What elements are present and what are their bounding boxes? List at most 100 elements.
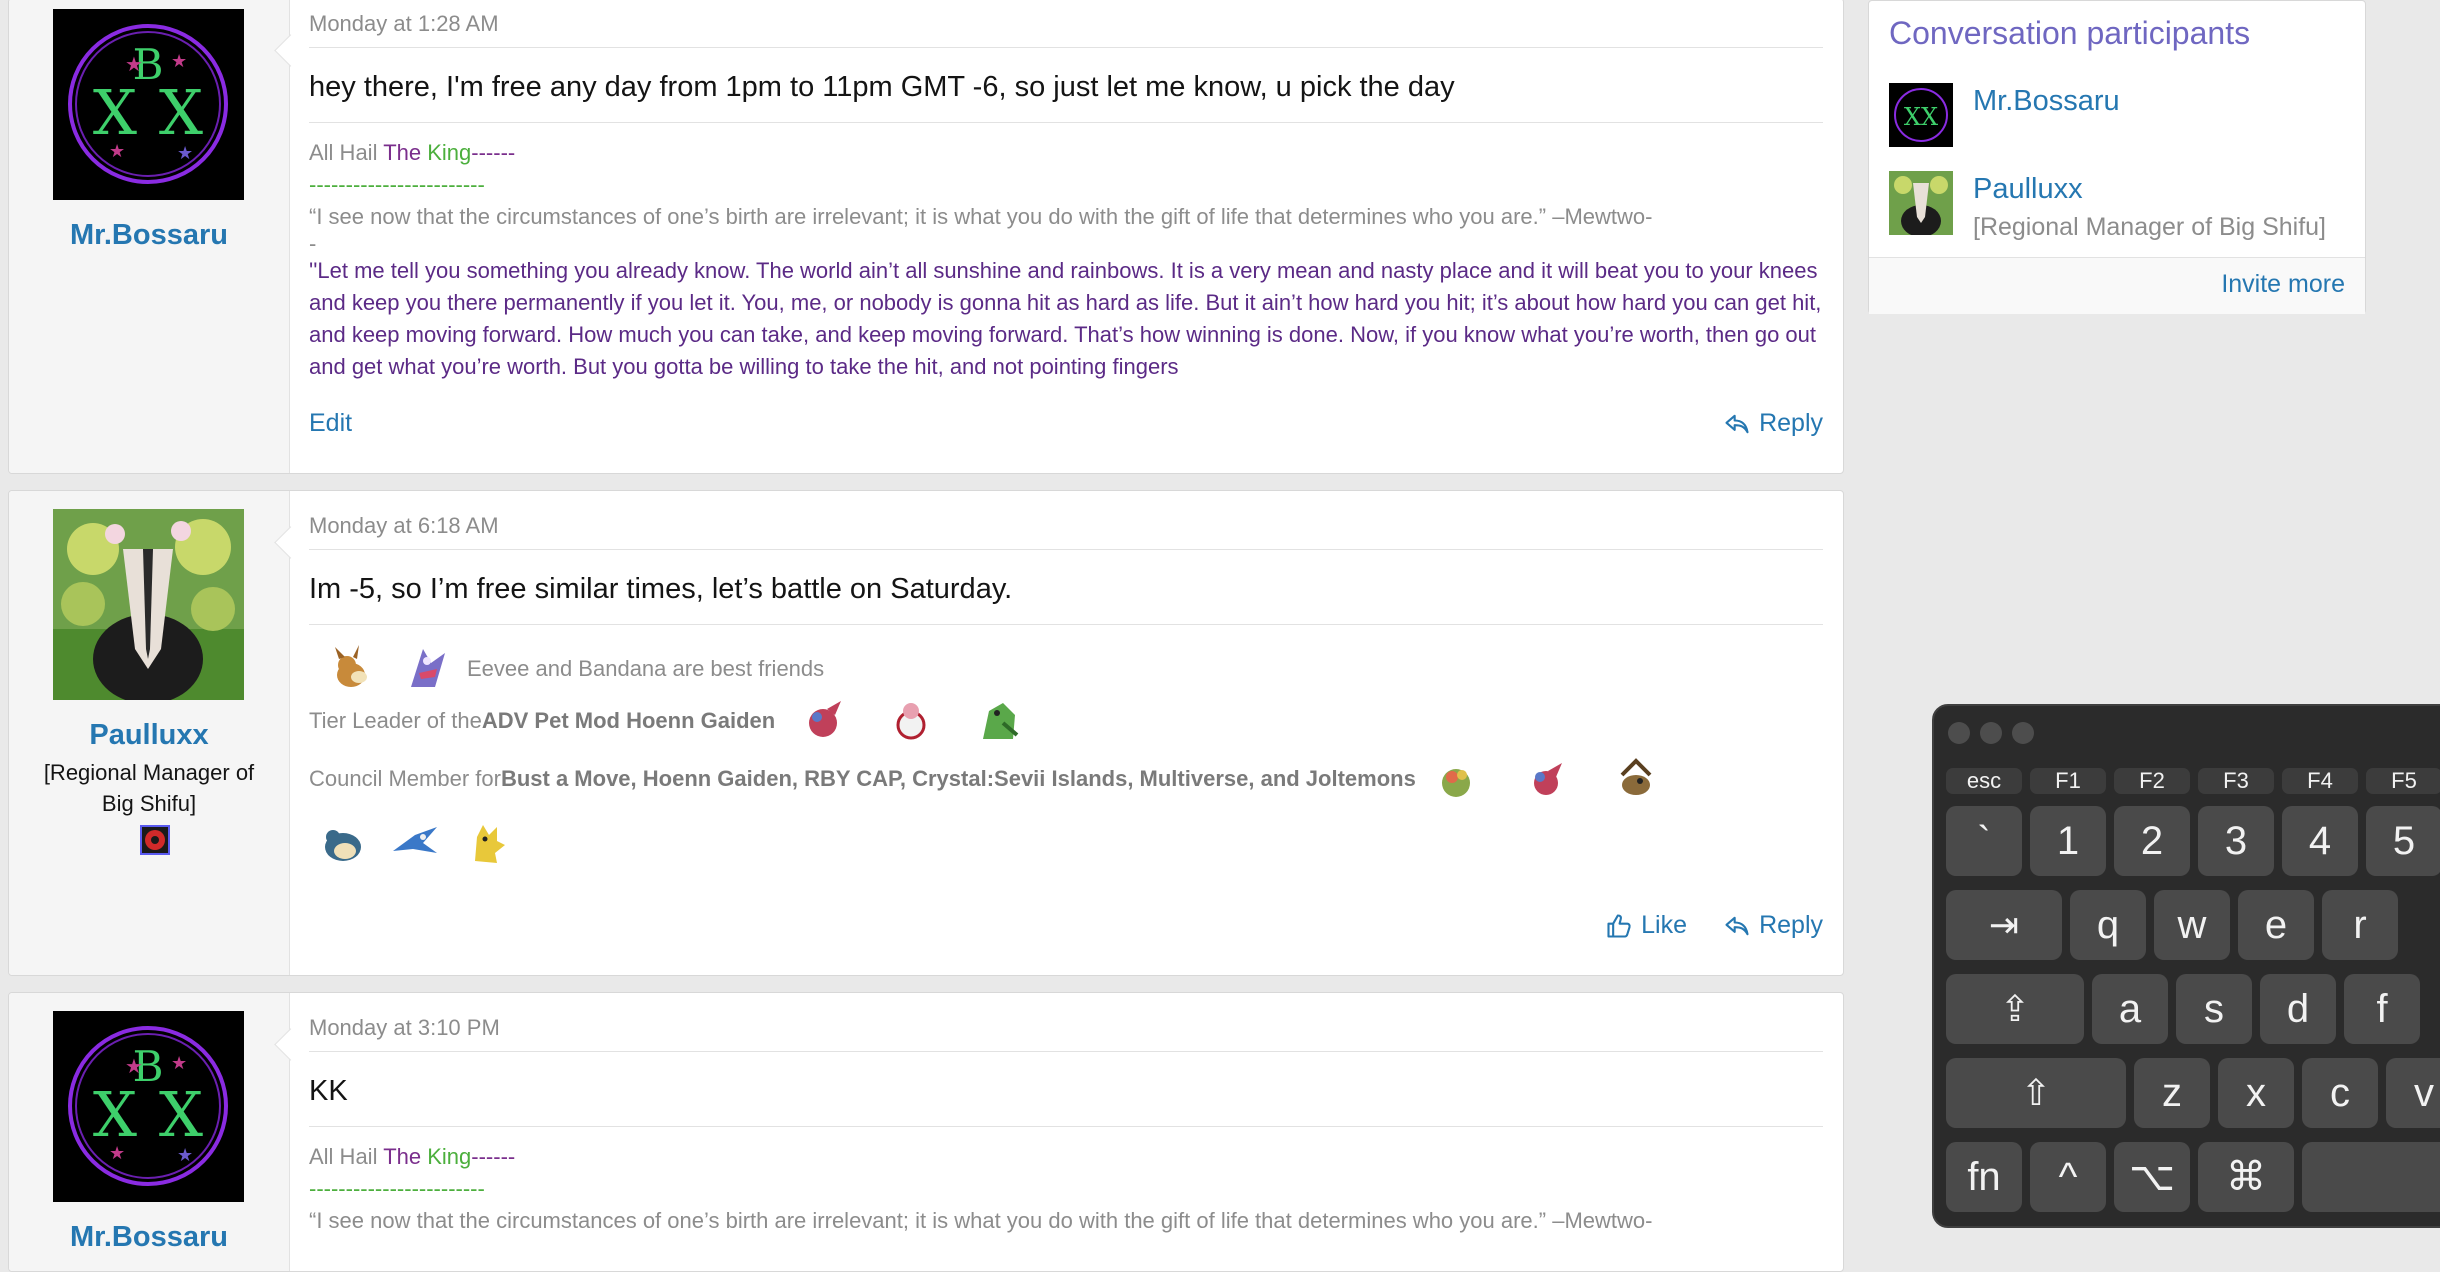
username[interactable]: Mr.Bossaru (9, 219, 289, 252)
key-e[interactable]: e (2238, 890, 2314, 960)
message-1: B X X ★ ★ ★ ★ Mr.Bossaru Monday at 1:28 … (8, 0, 1844, 474)
reply-icon (1725, 916, 1749, 935)
invite-more-link[interactable]: Invite more (2221, 270, 2345, 299)
key-3[interactable]: 3 (2198, 806, 2274, 876)
avatar-mr-bossaru[interactable]: B X X ★ ★ ★ ★ (53, 9, 244, 200)
key-4[interactable]: 4 (2282, 806, 2358, 876)
svg-text:X: X (93, 1078, 137, 1151)
pokemon-sprite-icon (983, 703, 1019, 739)
participant-avatar[interactable]: XX (1889, 83, 1953, 147)
participant-avatar[interactable] (1889, 171, 1953, 235)
reply-button[interactable]: Reply (1723, 911, 1823, 940)
username[interactable]: Mr.Bossaru (9, 1221, 289, 1254)
snorlax-sprite-icon (325, 830, 361, 861)
key-f4[interactable]: F4 (2282, 768, 2358, 794)
avatar-paulluxx[interactable] (53, 509, 244, 700)
signature-text-1: Eevee and Bandana are best friends (467, 656, 825, 681)
onscreen-keyboard: esc F1 F2 F3 F4 F5 ` 1 2 3 4 5 ⇥ q w e r… (1932, 704, 2440, 1228)
key-caps-lock[interactable]: ⇪ (1946, 974, 2084, 1044)
signature-king: King (427, 140, 472, 165)
message-user-panel: Paulluxx [Regional Manager of Big Shifu] (9, 491, 307, 975)
key-shift[interactable]: ⇧ (1946, 1058, 2126, 1128)
edit-button[interactable]: Edit (309, 409, 352, 438)
pokemon-sprite-icon (1620, 758, 1652, 795)
key-a[interactable]: a (2092, 974, 2168, 1044)
window-minimize-button[interactable] (1980, 722, 2002, 744)
reply-button[interactable]: Reply (1723, 409, 1823, 438)
reply-label: Reply (1759, 911, 1823, 939)
key-command[interactable]: ⌘ (2198, 1142, 2294, 1212)
badge-icon (140, 825, 170, 855)
reply-label: Reply (1759, 409, 1823, 437)
key-r[interactable]: r (2322, 890, 2398, 960)
user-title: [Regional Manager of Big Shifu] (43, 760, 255, 816)
signature-text-2-bold: ADV Pet Mod Hoenn Gaiden (481, 708, 776, 733)
thumbs-up-icon (1607, 913, 1631, 938)
key-f2[interactable]: F2 (2114, 768, 2190, 794)
key-f5[interactable]: F5 (2366, 768, 2440, 794)
svg-text:★: ★ (171, 1053, 187, 1073)
message-pointer (274, 34, 307, 67)
message-timestamp[interactable]: Monday at 3:10 PM (309, 1015, 1823, 1052)
reply-icon (1725, 414, 1749, 433)
signature-dashes: ------------------------ (309, 1176, 485, 1201)
signature-trail: ------ (471, 140, 516, 165)
message-main: Monday at 1:28 AM hey there, I'm free an… (309, 0, 1823, 473)
like-label: Like (1641, 911, 1687, 939)
bird-sprite-icon (393, 827, 437, 853)
key-f[interactable]: f (2344, 974, 2420, 1044)
message-timestamp[interactable]: Monday at 6:18 AM (309, 513, 1823, 550)
key-s[interactable]: s (2176, 974, 2252, 1044)
key-f3[interactable]: F3 (2198, 768, 2274, 794)
pokemon-sprite-icon (896, 703, 926, 740)
signature-text-2-prefix: Tier Leader of the (309, 708, 482, 733)
message-main: Monday at 3:10 PM KK All Hail The King--… (309, 993, 1823, 1271)
window-zoom-button[interactable] (2012, 722, 2034, 744)
key-tab[interactable]: ⇥ (1946, 890, 2062, 960)
key-2[interactable]: 2 (2114, 806, 2190, 876)
message-body: hey there, I'm free any day from 1pm to … (309, 71, 1823, 123)
message-timestamp[interactable]: Monday at 1:28 AM (309, 11, 1823, 48)
window-close-button[interactable] (1948, 722, 1970, 744)
message-main: Monday at 6:18 AM Im -5, so I’m free sim… (309, 491, 1823, 975)
key-d[interactable]: d (2260, 974, 2336, 1044)
signature-prefix: All Hail (309, 140, 384, 165)
key-1[interactable]: 1 (2030, 806, 2106, 876)
key-control[interactable]: ^ (2030, 1142, 2106, 1212)
participant-name[interactable]: Paulluxx (1973, 173, 2083, 206)
signature-quote-1-cont: - (309, 231, 317, 256)
signature-trail: ------ (471, 1144, 516, 1169)
participant-name[interactable]: Mr.Bossaru (1973, 85, 2120, 118)
key-q[interactable]: q (2070, 890, 2146, 960)
key-space[interactable] (2302, 1142, 2440, 1212)
key-f1[interactable]: F1 (2030, 768, 2106, 794)
key-fn[interactable]: fn (1946, 1142, 2022, 1212)
key-v[interactable]: v (2386, 1058, 2440, 1128)
key-z[interactable]: z (2134, 1058, 2210, 1128)
message-body: KK (309, 1075, 1823, 1127)
signature-quote-1: “I see now that the circumstances of one… (309, 1208, 1653, 1233)
key-w[interactable]: w (2154, 890, 2230, 960)
key-option[interactable]: ⌥ (2114, 1142, 2190, 1212)
key-x[interactable]: x (2218, 1058, 2294, 1128)
username[interactable]: Paulluxx (9, 719, 289, 752)
signature-dashes: ------------------------ (309, 172, 485, 197)
key-5[interactable]: 5 (2366, 806, 2440, 876)
like-button[interactable]: Like (1605, 911, 1687, 940)
signature-quote-2: ''Let me tell you something you already … (309, 258, 1822, 379)
key-c[interactable]: c (2302, 1058, 2378, 1128)
key-esc[interactable]: esc (1946, 768, 2022, 794)
edit-label: Edit (309, 409, 353, 437)
key-backtick[interactable]: ` (1946, 806, 2022, 876)
participant-title: [Regional Manager of Big Shifu] (1973, 213, 2326, 241)
message-3: B X X ★ ★ ★ ★ Mr.Bossaru Monday at 3:10 … (8, 992, 1844, 1272)
bandana-sprite-icon (411, 649, 445, 687)
participants-title: Conversation participants (1889, 15, 2251, 51)
signature-line-hail: All Hail The King------ (309, 1141, 1823, 1173)
svg-text:X: X (159, 1078, 203, 1151)
message-pointer (274, 1028, 307, 1061)
message-user-panel: B X X ★ ★ ★ ★ Mr.Bossaru (9, 993, 307, 1271)
avatar-mr-bossaru[interactable]: B X X ★ ★ ★ ★ (53, 1011, 244, 1202)
signature-line-1: Eevee and Bandana are best friends (309, 643, 824, 695)
pokemon-sprite-icon (1533, 763, 1562, 795)
